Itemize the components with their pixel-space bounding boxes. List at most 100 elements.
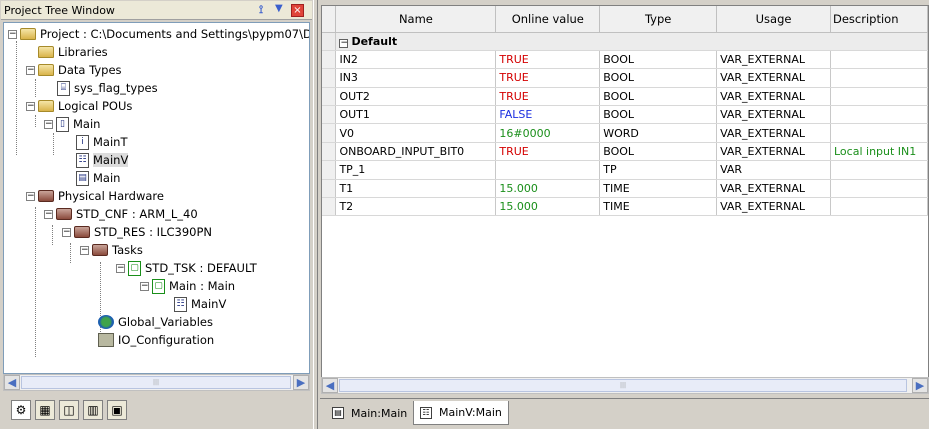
cell-type[interactable]: TP <box>599 160 718 180</box>
scroll-left-icon[interactable]: ◀ <box>322 378 338 393</box>
panel-splitter[interactable] <box>313 0 318 429</box>
tree-node-maint[interactable]: i MainT <box>76 133 127 151</box>
cell-online-value[interactable]: TRUE <box>495 142 601 162</box>
tree-node-tasks[interactable]: − Tasks <box>80 241 143 259</box>
collapse-icon[interactable]: − <box>44 209 53 219</box>
scroll-right-icon[interactable]: ▶ <box>912 378 928 393</box>
tree-node-mainv[interactable]: ☷ MainV <box>76 151 129 169</box>
group-row-default[interactable]: − Default <box>322 32 928 51</box>
tree-node-libraries[interactable]: Libraries <box>38 43 108 61</box>
scroll-left-icon[interactable]: ◀ <box>4 375 20 390</box>
row-header[interactable] <box>322 123 337 143</box>
tree-node-data-types[interactable]: − Data Types <box>26 61 122 79</box>
row-header[interactable] <box>322 50 337 70</box>
pin-icon[interactable]: ⟟ <box>259 3 263 17</box>
tree-horizontal-scrollbar[interactable]: ◀ ||| ▶ <box>3 374 310 391</box>
collapse-icon[interactable]: − <box>62 227 71 237</box>
cell-usage[interactable]: VAR_EXTERNAL <box>716 179 831 199</box>
tree-node-io-configuration[interactable]: IO_Configuration <box>98 331 214 349</box>
cell-usage[interactable]: VAR_EXTERNAL <box>716 123 831 143</box>
cell-usage[interactable]: VAR_EXTERNAL <box>716 197 831 217</box>
cell-description[interactable] <box>830 160 928 180</box>
cell-online-value[interactable]: TRUE <box>495 50 601 70</box>
collapse-icon[interactable]: − <box>26 101 35 111</box>
cell-description[interactable] <box>830 87 928 107</box>
scroll-thumb[interactable]: ||| <box>339 379 907 392</box>
tree-node-sys-flag-types[interactable]: ⌸ sys_flag_types <box>57 79 158 97</box>
cell-name[interactable]: OUT1 <box>335 105 497 125</box>
tree-node-main-pou[interactable]: − ▯ Main <box>44 115 100 133</box>
row-header[interactable] <box>322 142 337 162</box>
group-collapse-icon[interactable]: − <box>339 38 349 48</box>
tree-node-physical-hardware[interactable]: − Physical Hardware <box>26 187 164 205</box>
tree-node-std-res[interactable]: − STD_RES : ILC390PN <box>62 223 212 241</box>
cell-type[interactable]: BOOL <box>599 50 718 70</box>
cell-usage[interactable]: VAR_EXTERNAL <box>716 68 831 88</box>
cell-description[interactable] <box>830 50 928 70</box>
column-header-online-value[interactable]: Online value <box>495 6 601 33</box>
variable-row[interactable]: T1 15.000 TIME VAR_EXTERNAL <box>322 179 928 199</box>
collapse-icon[interactable]: − <box>44 119 53 129</box>
cell-usage[interactable]: VAR_EXTERNAL <box>716 87 831 107</box>
scroll-thumb[interactable]: ||| <box>21 376 291 389</box>
cell-online-value[interactable] <box>495 160 601 180</box>
tree-node-global-variables[interactable]: Global_Variables <box>98 313 213 331</box>
cell-online-value[interactable]: 16#0000 <box>495 123 601 143</box>
cell-name[interactable]: OUT2 <box>335 87 497 107</box>
cell-type[interactable]: TIME <box>599 197 718 217</box>
tree-node-project[interactable]: − Project : C:\Documents and Settings\py… <box>8 25 309 43</box>
bus-config-tab-icon[interactable]: ▥ <box>83 400 103 420</box>
cell-usage[interactable]: VAR_EXTERNAL <box>716 50 831 70</box>
cell-usage[interactable]: VAR_EXTERNAL <box>716 142 831 162</box>
cell-name[interactable]: TP_1 <box>335 160 497 180</box>
column-header-usage[interactable]: Usage <box>716 6 831 33</box>
cell-online-value[interactable]: 15.000 <box>495 179 601 199</box>
variable-row[interactable]: V0 16#0000 WORD VAR_EXTERNAL <box>322 123 928 143</box>
collapse-icon[interactable]: − <box>26 65 35 75</box>
column-header-description[interactable]: Description <box>830 6 928 33</box>
variable-row[interactable]: IN2 TRUE BOOL VAR_EXTERNAL <box>322 50 928 70</box>
cell-type[interactable]: BOOL <box>599 142 718 162</box>
cell-online-value[interactable]: TRUE <box>495 87 601 107</box>
cell-type[interactable]: BOOL <box>599 105 718 125</box>
row-header[interactable] <box>322 179 337 199</box>
dropdown-icon[interactable]: ▼ <box>275 3 283 14</box>
cell-online-value[interactable]: TRUE <box>495 68 601 88</box>
tree-node-logical-pous[interactable]: − Logical POUs <box>26 97 132 115</box>
variable-row[interactable]: OUT1 FALSE BOOL VAR_EXTERNAL <box>322 105 928 125</box>
variable-row[interactable]: IN3 TRUE BOOL VAR_EXTERNAL <box>322 68 928 88</box>
collapse-icon[interactable]: − <box>116 263 125 273</box>
cell-description[interactable] <box>830 68 928 88</box>
cell-type[interactable]: WORD <box>599 123 718 143</box>
tree-node-std-cnf[interactable]: − STD_CNF : ARM_L_40 <box>44 205 198 223</box>
project-tree-tab-icon[interactable]: ⚙ <box>11 400 31 420</box>
tree-node-main-task[interactable]: − ▢ Main : Main <box>140 277 235 295</box>
scroll-right-icon[interactable]: ▶ <box>293 375 309 390</box>
cell-type[interactable]: BOOL <box>599 68 718 88</box>
cell-description[interactable] <box>830 123 928 143</box>
variable-row[interactable]: TP_1 TP VAR <box>322 160 928 180</box>
collapse-icon[interactable]: − <box>140 281 149 291</box>
cell-description[interactable]: Local input IN1 <box>830 142 928 162</box>
variable-row[interactable]: T2 15.000 TIME VAR_EXTERNAL <box>322 197 928 217</box>
column-header-type[interactable]: Type <box>599 6 718 33</box>
cell-usage[interactable]: VAR_EXTERNAL <box>716 105 831 125</box>
collapse-icon[interactable]: − <box>26 191 35 201</box>
cell-name[interactable]: ONBOARD_INPUT_BIT0 <box>335 142 497 162</box>
cell-online-value[interactable]: FALSE <box>495 105 601 125</box>
cell-name[interactable]: IN3 <box>335 68 497 88</box>
variable-row[interactable]: OUT2 TRUE BOOL VAR_EXTERNAL <box>322 87 928 107</box>
tree-node-task-mainv[interactable]: ☷ MainV <box>174 295 226 313</box>
io-tab-icon[interactable]: ▣ <box>107 400 127 420</box>
column-header-name[interactable]: Name <box>335 6 497 33</box>
library-tab-icon[interactable]: ▦ <box>35 400 55 420</box>
collapse-icon[interactable]: − <box>80 245 89 255</box>
row-header[interactable] <box>322 87 337 107</box>
variable-row[interactable]: ONBOARD_INPUT_BIT0 TRUE BOOL VAR_EXTERNAL Lo… <box>322 142 928 162</box>
tab-mainv-main[interactable]: ☷ MainV:Main <box>413 401 509 425</box>
cell-description[interactable] <box>830 179 928 199</box>
cell-type[interactable]: BOOL <box>599 87 718 107</box>
close-icon[interactable]: × <box>291 4 304 17</box>
cell-name[interactable]: T2 <box>335 197 497 217</box>
cell-type[interactable]: TIME <box>599 179 718 199</box>
